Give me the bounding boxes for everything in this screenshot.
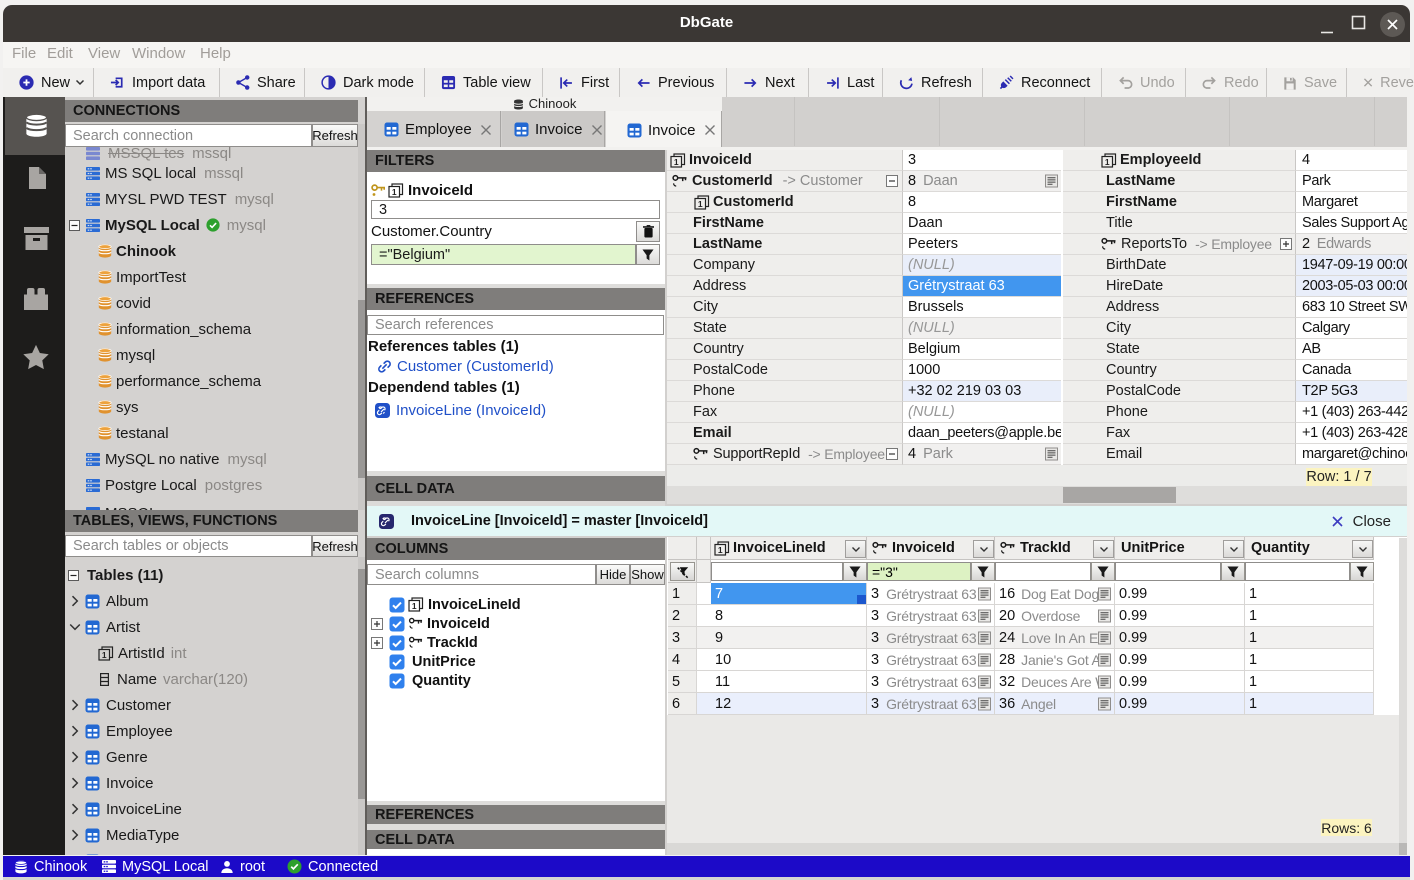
svg-text:1: 1: [698, 199, 703, 209]
svg-text:1: 1: [718, 545, 723, 555]
svg-text:1: 1: [102, 650, 107, 660]
svg-text:1: 1: [674, 157, 679, 167]
svg-text:1: 1: [412, 601, 417, 611]
svg-text:1: 1: [1105, 157, 1110, 167]
svg-text:1: 1: [392, 187, 397, 197]
